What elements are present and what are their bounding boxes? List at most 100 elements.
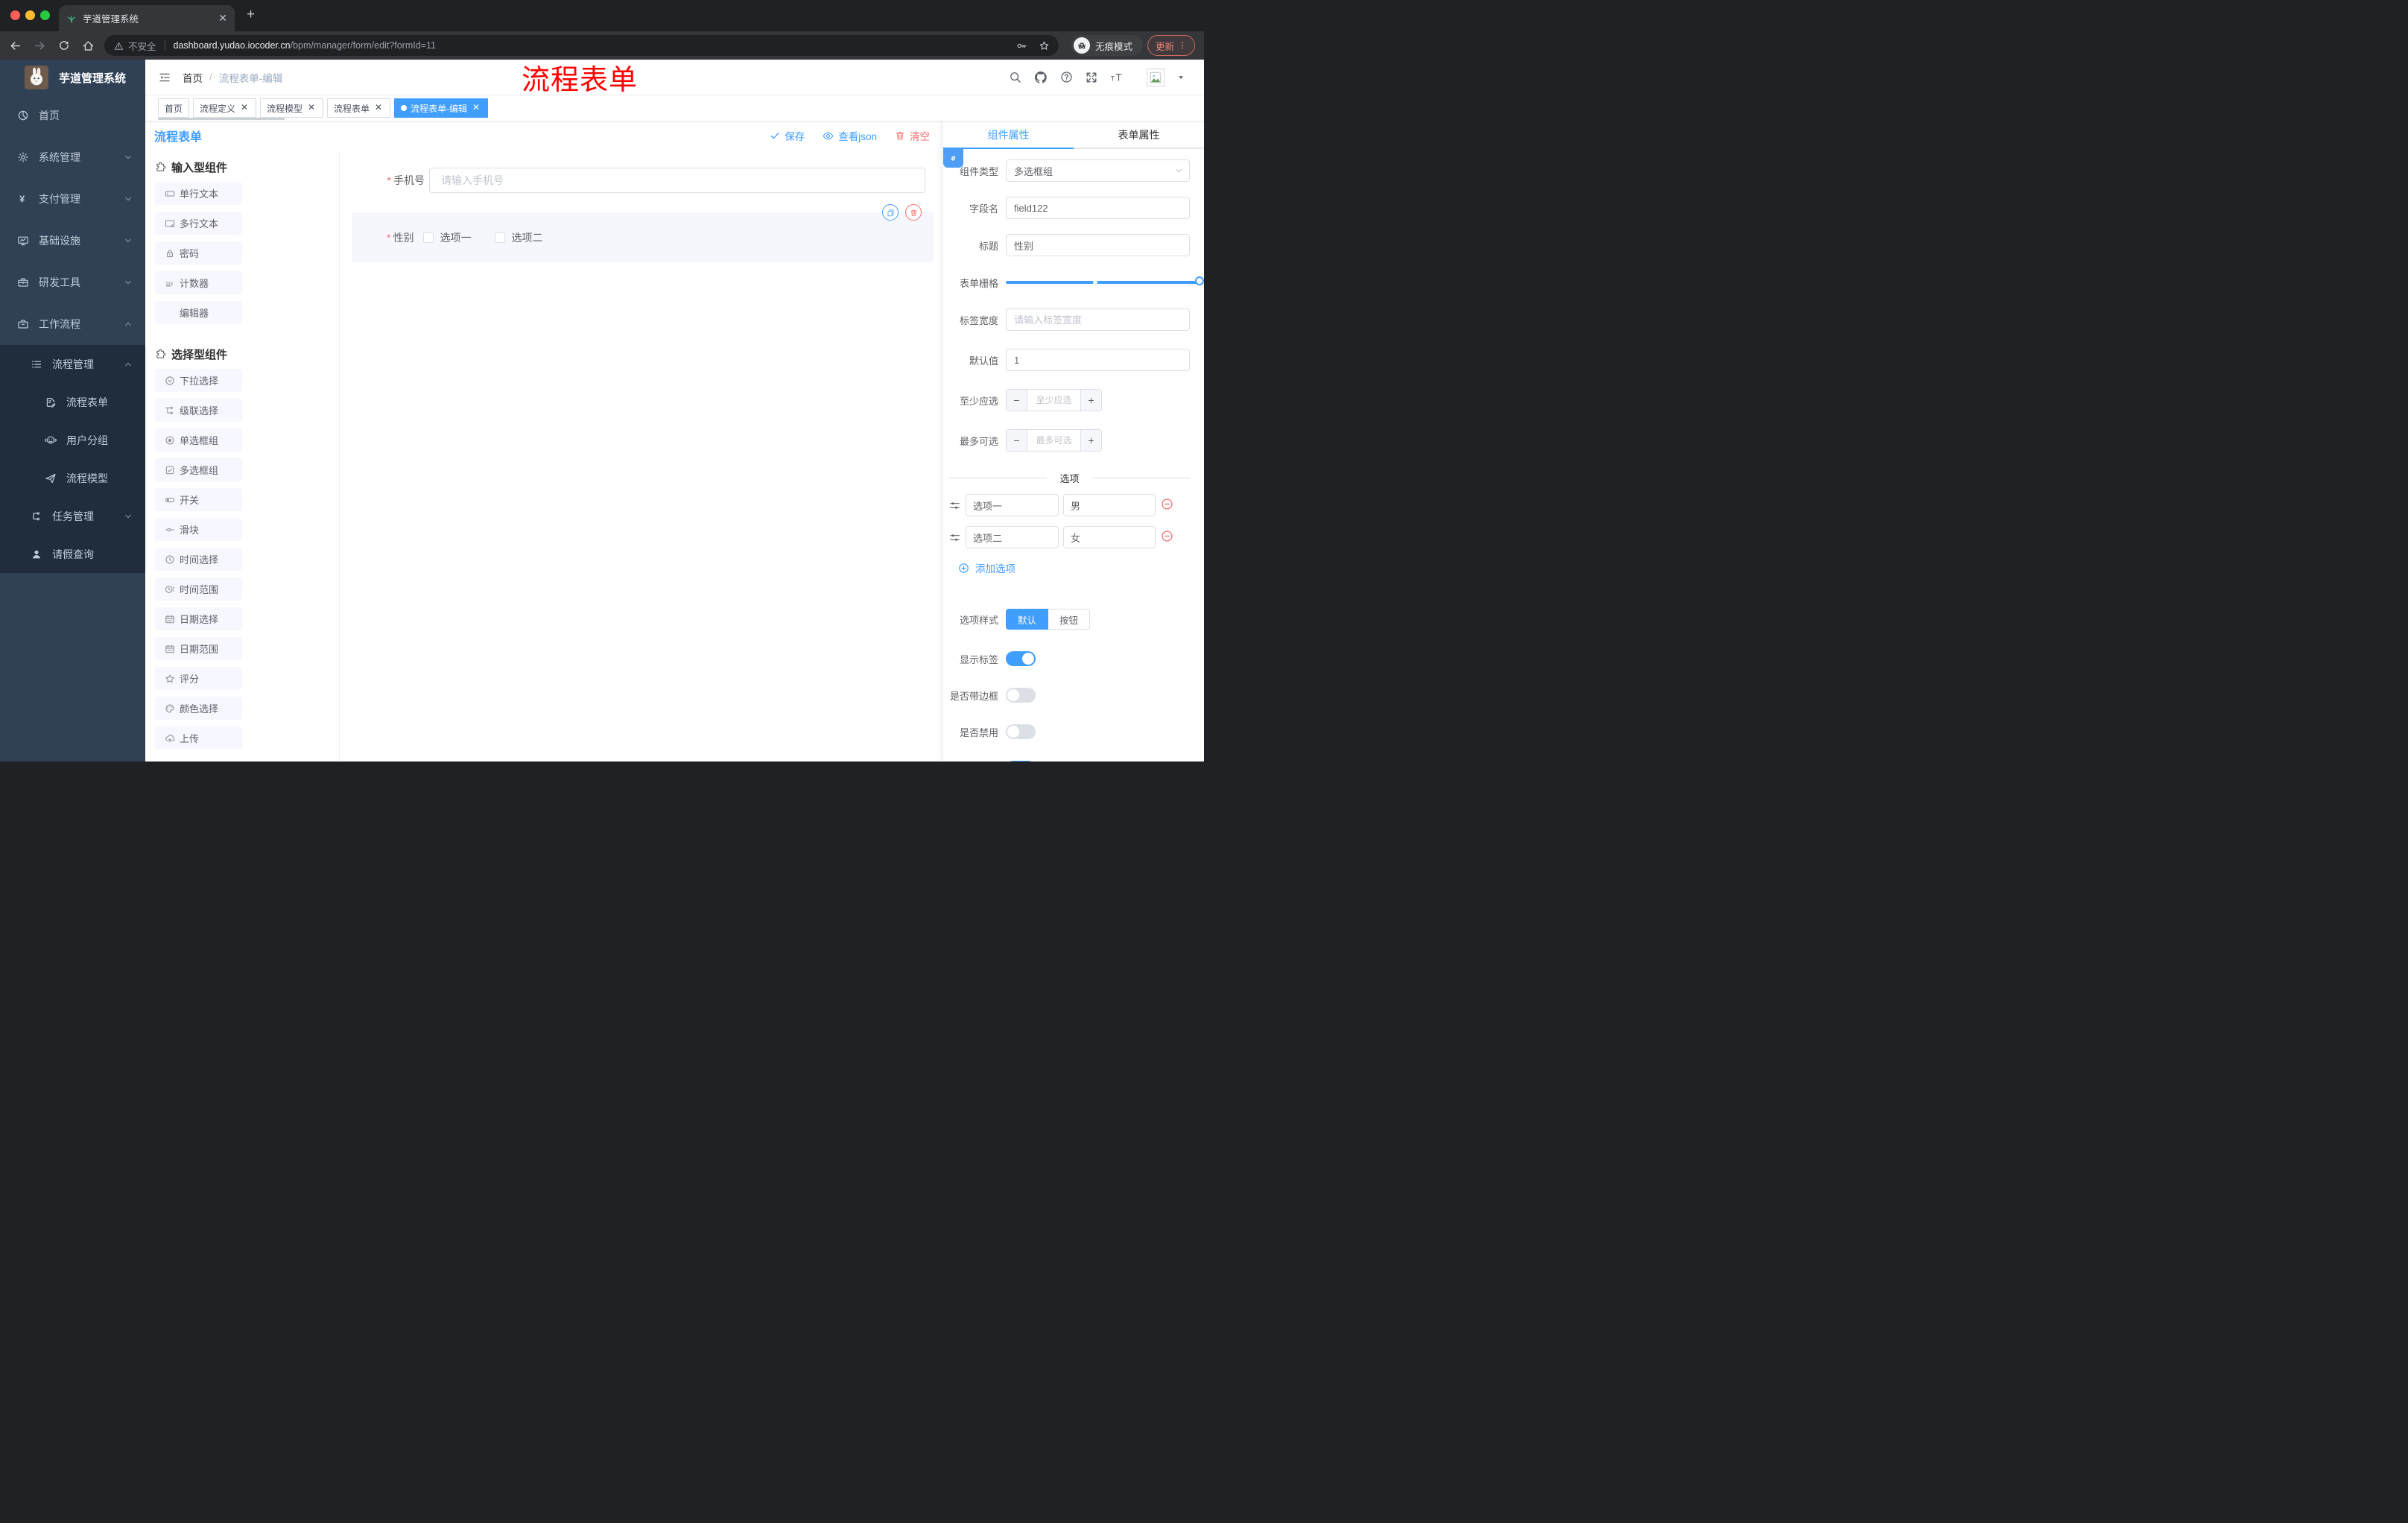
component-编辑器[interactable]: 编辑器 <box>155 301 242 324</box>
tag-流程模型[interactable]: 流程模型 ✕ <box>260 98 324 118</box>
form-canvas[interactable]: * 手机号 请输入手机号 * 性别 选项一 选项二 <box>340 151 943 762</box>
view-json-button[interactable]: 查看json <box>823 128 877 143</box>
gender-option-选项二[interactable]: 选项二 <box>495 230 542 245</box>
sidebar-item-请假查询[interactable]: 请假查询 <box>0 535 145 573</box>
component-多选框组[interactable]: 多选框组 <box>155 458 242 481</box>
option-label-input[interactable] <box>966 494 1059 516</box>
delete-component-button[interactable] <box>905 204 922 221</box>
tag-流程定义[interactable]: 流程定义 ✕ <box>193 98 257 118</box>
component-密码[interactable]: 密码 <box>155 241 242 265</box>
component-级联选择[interactable]: 级联选择 <box>155 399 242 422</box>
toggle-switch-off[interactable] <box>1006 724 1036 739</box>
tag-首页[interactable]: 首页 <box>158 98 190 118</box>
breadcrumb-home[interactable]: 首页 <box>183 70 203 85</box>
option-value-input[interactable] <box>1063 526 1156 548</box>
sidebar-item-基础设施[interactable]: 基础设施 <box>0 220 145 262</box>
component-计数器[interactable]: 123 计数器 <box>155 271 242 294</box>
component-上传[interactable]: 上传 <box>155 726 242 750</box>
default-value-input[interactable] <box>1006 349 1190 371</box>
stepper-plus-button[interactable]: + <box>1080 390 1101 411</box>
address-bar[interactable]: 不安全 dashboard.yudao.iocoder.cn/bpm/manag… <box>104 35 1059 56</box>
password-key-icon[interactable] <box>1016 40 1027 51</box>
gender-option-选项一[interactable]: 选项一 <box>423 230 471 245</box>
tab-close-icon[interactable]: ✕ <box>218 12 227 25</box>
tag-close-icon[interactable]: ✕ <box>471 103 481 113</box>
form-grid-slider[interactable] <box>1006 271 1204 294</box>
reload-icon[interactable] <box>58 39 70 51</box>
remove-option-button[interactable] <box>1161 530 1173 545</box>
add-option-button[interactable]: 添加选项 <box>958 560 1190 575</box>
tab-form-props[interactable]: 表单属性 <box>1074 121 1204 148</box>
browser-menu-icon[interactable] <box>1178 41 1187 50</box>
phone-field-row[interactable]: * 手机号 请输入手机号 <box>340 168 943 193</box>
phone-field-input[interactable]: 请输入手机号 <box>429 168 925 193</box>
component-日期范围[interactable]: 日期范围 <box>155 637 242 660</box>
style-option-按钮[interactable]: 按钮 <box>1048 609 1091 630</box>
toggle-switch-on[interactable] <box>1006 651 1036 666</box>
home-icon[interactable] <box>82 39 95 52</box>
tag-close-icon[interactable]: ✕ <box>373 103 384 113</box>
new-tab-button[interactable]: + <box>247 7 255 23</box>
sidebar-item-流程表单[interactable]: 流程表单 <box>0 383 145 421</box>
back-icon[interactable] <box>9 39 22 52</box>
option-label-input[interactable] <box>966 526 1059 548</box>
max-select-input[interactable] <box>1027 430 1080 451</box>
sidebar-item-用户分组[interactable]: 用户分组 <box>0 421 145 459</box>
component-开关[interactable]: 开关 <box>155 488 242 511</box>
stepper-minus-button[interactable]: − <box>1007 430 1027 451</box>
tags-scrollbar[interactable] <box>158 118 285 120</box>
stepper-plus-button[interactable]: + <box>1080 430 1101 451</box>
avatar[interactable] <box>1147 68 1165 86</box>
drag-handle-icon[interactable] <box>949 532 960 543</box>
forward-icon[interactable] <box>34 39 46 52</box>
tag-close-icon[interactable]: ✕ <box>306 103 317 113</box>
component-评分[interactable]: 评分 <box>155 667 242 690</box>
component-单选框组[interactable]: 单选框组 <box>155 428 242 452</box>
min-select-input[interactable] <box>1027 390 1080 411</box>
github-icon[interactable] <box>1034 71 1048 84</box>
sidebar-fold-icon[interactable] <box>159 72 171 83</box>
sidebar-item-系统管理[interactable]: 系统管理 <box>0 136 145 178</box>
browser-tab[interactable]: 芋道管理系统 ✕ <box>59 5 235 31</box>
link-tab[interactable] <box>943 149 963 168</box>
stepper-minus-button[interactable]: − <box>1007 390 1027 411</box>
title-input[interactable] <box>1006 234 1190 256</box>
fullscreen-icon[interactable] <box>1086 72 1097 83</box>
option-value-input[interactable] <box>1063 494 1156 516</box>
style-option-默认[interactable]: 默认 <box>1006 609 1049 630</box>
search-icon[interactable] <box>1009 71 1021 83</box>
avatar-caret-icon[interactable] <box>1177 74 1185 81</box>
bookmark-star-icon[interactable] <box>1039 40 1050 51</box>
remove-option-button[interactable] <box>1161 498 1173 513</box>
field-name-input[interactable] <box>1006 197 1190 219</box>
window-zoom-button[interactable] <box>40 10 50 20</box>
tag-流程表单-编辑[interactable]: 流程表单-编辑 ✕ <box>394 98 489 118</box>
window-minimize-button[interactable] <box>25 10 35 20</box>
slider-knob[interactable] <box>1195 276 1204 285</box>
sidebar-item-研发工具[interactable]: 研发工具 <box>0 262 145 303</box>
tag-close-icon[interactable]: ✕ <box>239 103 250 113</box>
tag-流程表单[interactable]: 流程表单 ✕ <box>327 98 391 118</box>
checkbox-box[interactable] <box>423 232 434 243</box>
save-button[interactable]: 保存 <box>770 128 805 143</box>
component-单行文本[interactable]: 单行文本 <box>155 182 242 205</box>
checkbox-box[interactable] <box>495 232 506 243</box>
component-滑块[interactable]: 滑块 <box>155 518 242 541</box>
drag-handle-icon[interactable] <box>949 500 960 511</box>
sidebar-item-流程管理[interactable]: 流程管理 <box>0 345 145 383</box>
help-icon[interactable] <box>1060 71 1073 83</box>
tab-component-props[interactable]: 组件属性 <box>943 121 1074 148</box>
sidebar-item-首页[interactable]: 首页 <box>0 95 145 136</box>
clear-button[interactable]: 清空 <box>895 128 930 143</box>
component-下拉选择[interactable]: 下拉选择 <box>155 369 242 392</box>
component-type-select[interactable]: 多选框组 <box>1006 159 1190 182</box>
font-size-icon[interactable]: TT <box>1110 71 1124 84</box>
component-时间选择[interactable]: 时间选择 <box>155 548 242 571</box>
window-close-button[interactable] <box>10 10 20 20</box>
toggle-switch-on[interactable] <box>1006 761 1036 762</box>
gender-field-block-selected[interactable]: * 性别 选项一 选项二 <box>352 204 934 262</box>
component-颜色选择[interactable]: 颜色选择 <box>155 697 242 720</box>
browser-update-button[interactable]: 更新 <box>1147 35 1195 56</box>
sidebar-item-工作流程[interactable]: 工作流程 <box>0 303 145 345</box>
toggle-switch-off[interactable] <box>1006 688 1036 703</box>
